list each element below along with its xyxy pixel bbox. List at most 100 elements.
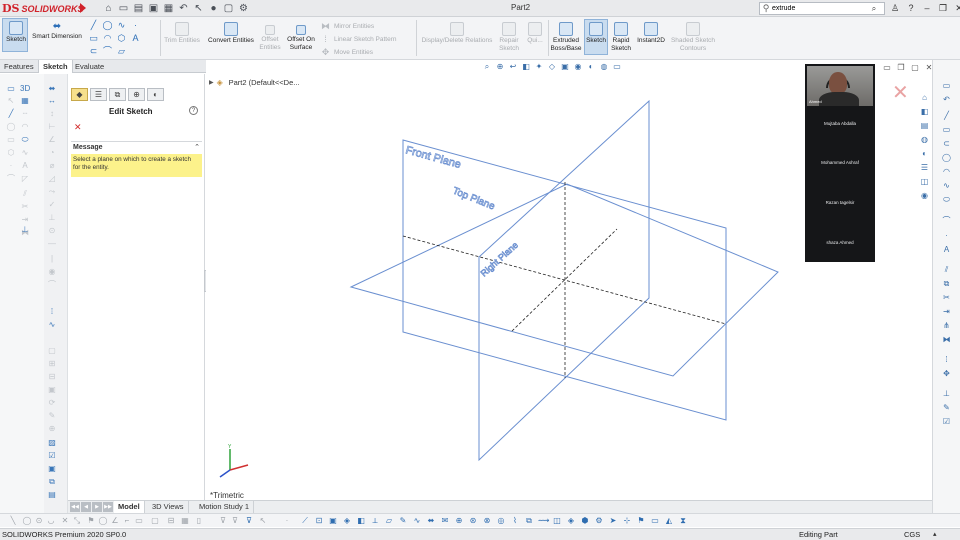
copy-sketch-icon[interactable]: ⧉ [47, 477, 57, 487]
circle-right-icon[interactable]: ◯ [941, 152, 952, 163]
point-tool-icon[interactable]: · [6, 161, 16, 171]
offset-entities-button[interactable]: Offset Entities [257, 23, 283, 52]
cursor-bottom-icon[interactable]: ↖ [258, 515, 268, 526]
diameter-dim-icon[interactable]: ⌀ [47, 161, 57, 171]
property-manager-tab-icon[interactable]: ◆ [71, 88, 88, 101]
polygon-icon[interactable]: ⬡ [116, 33, 127, 44]
cancel-close-icon[interactable]: ✕ [74, 122, 82, 133]
ellipse-right-icon[interactable]: ⬭ [941, 194, 952, 205]
new-document-icon[interactable]: ▭ [118, 2, 129, 14]
solidworks-logo[interactable]: DS SOLIDWORKS [2, 1, 83, 16]
rect-right-icon[interactable]: ▭ [941, 124, 952, 135]
horizontal-dim-icon[interactable]: ↔ [47, 96, 57, 106]
point-right-icon[interactable]: · [941, 230, 952, 241]
sketch-active-button[interactable]: Sketch [584, 19, 608, 55]
split-filter-icon[interactable]: ⧗ [678, 515, 688, 526]
relations-tool-icon[interactable]: ⊥ [20, 225, 30, 235]
spline-tool-icon[interactable]: ∿ [20, 148, 30, 158]
grid-icon[interactable]: ▦ [20, 96, 30, 106]
appearance-icon[interactable]: ◐ [919, 148, 930, 159]
hole-filter-icon[interactable]: ◎ [496, 515, 506, 526]
undo-sketch-icon[interactable]: ↶ [941, 94, 952, 105]
text-tool-icon[interactable]: A [20, 161, 30, 171]
viewport-maximize-icon[interactable]: ▢ [910, 63, 920, 72]
pattern-bottom-icon[interactable]: ⊟ [166, 515, 176, 526]
rebuild-icon[interactable]: ● [208, 2, 219, 14]
previous-view-icon[interactable]: ↩ [508, 62, 518, 72]
plane-icon[interactable]: ▱ [116, 46, 127, 57]
fillet-icon[interactable]: ⌒ [102, 46, 113, 57]
angular-dim-icon[interactable]: ∠ [47, 135, 57, 145]
offset-right-icon[interactable]: ⫽ [941, 264, 952, 275]
arc-tool-icon[interactable]: ◠ [20, 122, 30, 132]
explode-block-icon[interactable]: ⊟ [47, 372, 57, 382]
search-icon[interactable]: ⌕ [868, 4, 880, 14]
marker-filter-icon[interactable]: ◭ [664, 515, 674, 526]
circle-tool-icon[interactable]: ◯ [6, 122, 16, 132]
line-bottom-icon[interactable]: ╲ [8, 515, 18, 526]
viewport-restore-icon[interactable]: ❐ [896, 63, 906, 72]
sketch-filter-icon[interactable]: ✎ [398, 515, 408, 526]
surface-filter-icon[interactable]: ◧ [356, 515, 366, 526]
rebuild-block-icon[interactable]: ⟳ [47, 398, 57, 408]
spline-icon[interactable]: ∿ [116, 20, 127, 31]
save-icon[interactable]: ▣ [148, 2, 159, 14]
arc-icon[interactable]: ◠ [102, 33, 113, 44]
spline-right-icon[interactable]: ∿ [941, 180, 952, 191]
edit-appearance-icon[interactable]: ◐ [586, 62, 596, 72]
body-filter-icon[interactable]: ⬢ [580, 515, 590, 526]
relation-right-icon[interactable]: ⊥ [941, 388, 952, 399]
radius-dim-icon[interactable]: ◔ [47, 148, 57, 158]
datum-filter-icon[interactable]: ⊕ [454, 515, 464, 526]
trim-right-icon[interactable]: ✂ [941, 292, 952, 303]
home-view-icon[interactable]: ⌂ [919, 92, 930, 103]
feature-filter-icon[interactable]: ◈ [566, 515, 576, 526]
next-tab-icon[interactable]: ▶ [92, 502, 102, 512]
cross-bottom-icon[interactable]: ✕ [60, 515, 70, 526]
face-filter-icon[interactable]: ▣ [328, 515, 338, 526]
trim-entities-button[interactable]: Trim Entities [162, 20, 202, 45]
forum-icon[interactable]: ◫ [919, 176, 930, 187]
arrow-filter-icon[interactable]: ➤ [608, 515, 618, 526]
view-settings-icon[interactable]: ▭ [612, 62, 622, 72]
circle-icon[interactable]: ◯ [102, 20, 113, 31]
confirmation-corner-cancel-icon[interactable]: ✕ [892, 80, 909, 105]
horizontal-relation-icon[interactable]: — [47, 239, 57, 249]
insert-block-icon[interactable]: ⊞ [47, 359, 57, 369]
box-bottom-icon[interactable]: ▢ [150, 515, 160, 526]
display-relation-icon[interactable]: ⊙ [47, 226, 57, 236]
corner-bottom-icon[interactable]: ⌐ [122, 515, 132, 526]
first-tab-icon[interactable]: ◀◀ [70, 502, 80, 512]
status-expand-icon[interactable]: ▴ [933, 530, 937, 538]
angle-bottom-icon[interactable]: ∠ [110, 515, 120, 526]
mirror-entities-button[interactable]: ⧓ Mirror Entities [320, 21, 374, 32]
palette-icon[interactable]: ◍ [919, 134, 930, 145]
symbol-filter-icon[interactable]: ⊗ [482, 515, 492, 526]
move-right-icon[interactable]: ✥ [941, 368, 952, 379]
section-view-icon[interactable]: ◧ [521, 62, 531, 72]
check-sketch-icon[interactable]: ☑ [47, 451, 57, 461]
display-manager-tab-icon[interactable]: ◐ [147, 88, 164, 101]
dim-filter-icon[interactable]: ⬌ [426, 515, 436, 526]
text-right-icon[interactable]: A [941, 244, 952, 255]
mate-filter-icon[interactable]: ⧉ [524, 515, 534, 526]
help-icon[interactable]: ? [189, 106, 198, 115]
flag-bottom-icon[interactable]: ⚑ [86, 515, 96, 526]
print-icon[interactable]: ▦ [163, 2, 174, 14]
fully-define-icon[interactable]: ✓ [47, 200, 57, 210]
smart-dimension-button[interactable]: ⬌ Smart Dimension [29, 20, 85, 41]
convert-right-icon[interactable]: ⧉ [941, 278, 952, 289]
cosmetic-filter-icon[interactable]: ⌇ [510, 515, 520, 526]
pattern-icon[interactable]: ⁞ [47, 307, 57, 317]
configuration-manager-tab-icon[interactable]: ⧉ [109, 88, 126, 101]
save-sketch-icon[interactable]: ▣ [47, 464, 57, 474]
polygon-tool-icon[interactable]: ⬡ [6, 148, 16, 158]
axis-filter-icon[interactable]: ⟂ [370, 515, 380, 526]
tangent-icon[interactable]: ⌒ [47, 280, 57, 290]
arc-right-icon[interactable]: ◠ [941, 166, 952, 177]
path-length-icon[interactable]: ⤳ [47, 187, 57, 197]
record-icon[interactable]: ◉ [919, 190, 930, 201]
text-icon[interactable]: A [130, 33, 141, 44]
save-block-icon[interactable]: ▣ [47, 385, 57, 395]
menu-expand-arrow-icon[interactable] [80, 3, 86, 13]
